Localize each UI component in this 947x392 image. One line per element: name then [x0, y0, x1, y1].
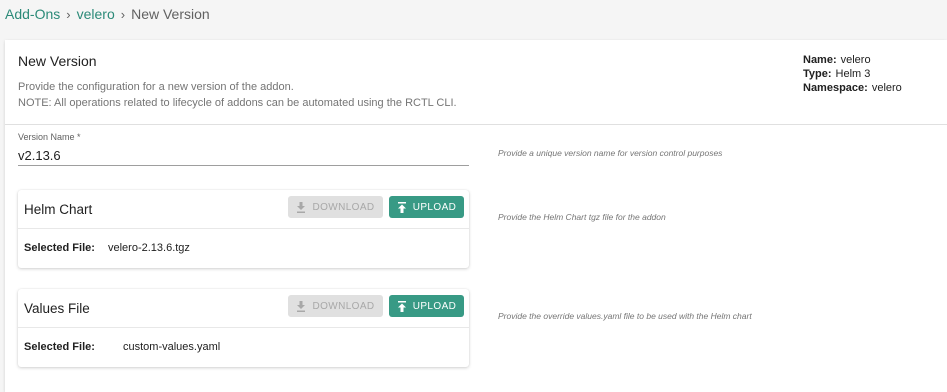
breadcrumb-addons-link[interactable]: Add-Ons: [5, 6, 60, 22]
breadcrumb-current: New Version: [131, 6, 210, 22]
helm-chart-download-button[interactable]: DOWNLOAD: [288, 196, 383, 218]
addon-meta: Name: velero Type: Helm 3 Namespace: velero: [803, 53, 902, 95]
selected-file-label: Selected File:: [24, 242, 95, 254]
meta-name-value: velero: [840, 54, 871, 66]
values-file-card: Values File DOWNLOAD UPLOAD Selected Fil…: [18, 289, 469, 367]
breadcrumb-addon-link[interactable]: velero: [77, 6, 115, 22]
version-name-hint: Provide a unique version name for versio…: [498, 148, 723, 158]
values-file-upload-button[interactable]: UPLOAD: [389, 295, 464, 317]
upload-icon: [397, 300, 406, 312]
download-label: DOWNLOAD: [312, 300, 375, 312]
meta-type-row: Type: Helm 3: [803, 67, 902, 81]
selected-file-name: velero-2.13.6.tgz: [107, 242, 190, 254]
breadcrumb-separator: ›: [120, 6, 126, 22]
selected-file-name: custom-values.yaml: [122, 341, 221, 353]
helm-chart-title: Helm Chart: [24, 202, 93, 217]
breadcrumb-separator: ›: [66, 6, 71, 22]
version-name-label: Version Name *: [18, 132, 81, 142]
meta-namespace-row: Namespace: velero: [803, 81, 902, 95]
download-icon: [297, 300, 306, 312]
page-description: Provide the configuration for a new vers…: [18, 79, 457, 111]
upload-label: UPLOAD: [412, 201, 457, 213]
helm-chart-card: Helm Chart DOWNLOAD UPLOAD Selected File…: [18, 190, 469, 268]
meta-namespace-value: velero: [871, 82, 902, 94]
description-note: NOTE: All operations related to lifecycl…: [18, 97, 457, 109]
header-divider: [5, 124, 947, 125]
meta-name-row: Name: velero: [803, 53, 902, 67]
upload-icon: [397, 201, 406, 213]
helm-chart-selected-file: Selected File: velero-2.13.6.tgz: [24, 242, 190, 254]
description-line: Provide the configuration for a new vers…: [18, 81, 294, 93]
values-file-title: Values File: [24, 301, 90, 316]
helm-chart-upload-button[interactable]: UPLOAD: [389, 196, 464, 218]
new-version-card: New Version Provide the configuration fo…: [5, 40, 947, 392]
download-icon: [297, 201, 306, 213]
page-title: New Version: [18, 53, 97, 69]
meta-type-value: Helm 3: [835, 68, 871, 80]
meta-name-label: Name:: [803, 54, 837, 66]
values-file-download-button[interactable]: DOWNLOAD: [288, 295, 383, 317]
selected-file-label: Selected File:: [24, 341, 95, 353]
upload-label: UPLOAD: [412, 300, 457, 312]
helm-chart-divider: [18, 228, 469, 229]
values-file-divider: [18, 327, 469, 328]
helm-chart-hint: Provide the Helm Chart tgz file for the …: [498, 212, 666, 222]
values-file-hint: Provide the override values.yaml file to…: [498, 311, 752, 321]
download-label: DOWNLOAD: [312, 201, 375, 213]
meta-type-label: Type:: [803, 68, 832, 80]
values-file-selected-file: Selected File: custom-values.yaml: [24, 341, 220, 353]
breadcrumb: Add-Ons › velero › New Version: [5, 6, 210, 22]
meta-namespace-label: Namespace:: [803, 82, 868, 94]
version-name-input[interactable]: [18, 145, 469, 166]
